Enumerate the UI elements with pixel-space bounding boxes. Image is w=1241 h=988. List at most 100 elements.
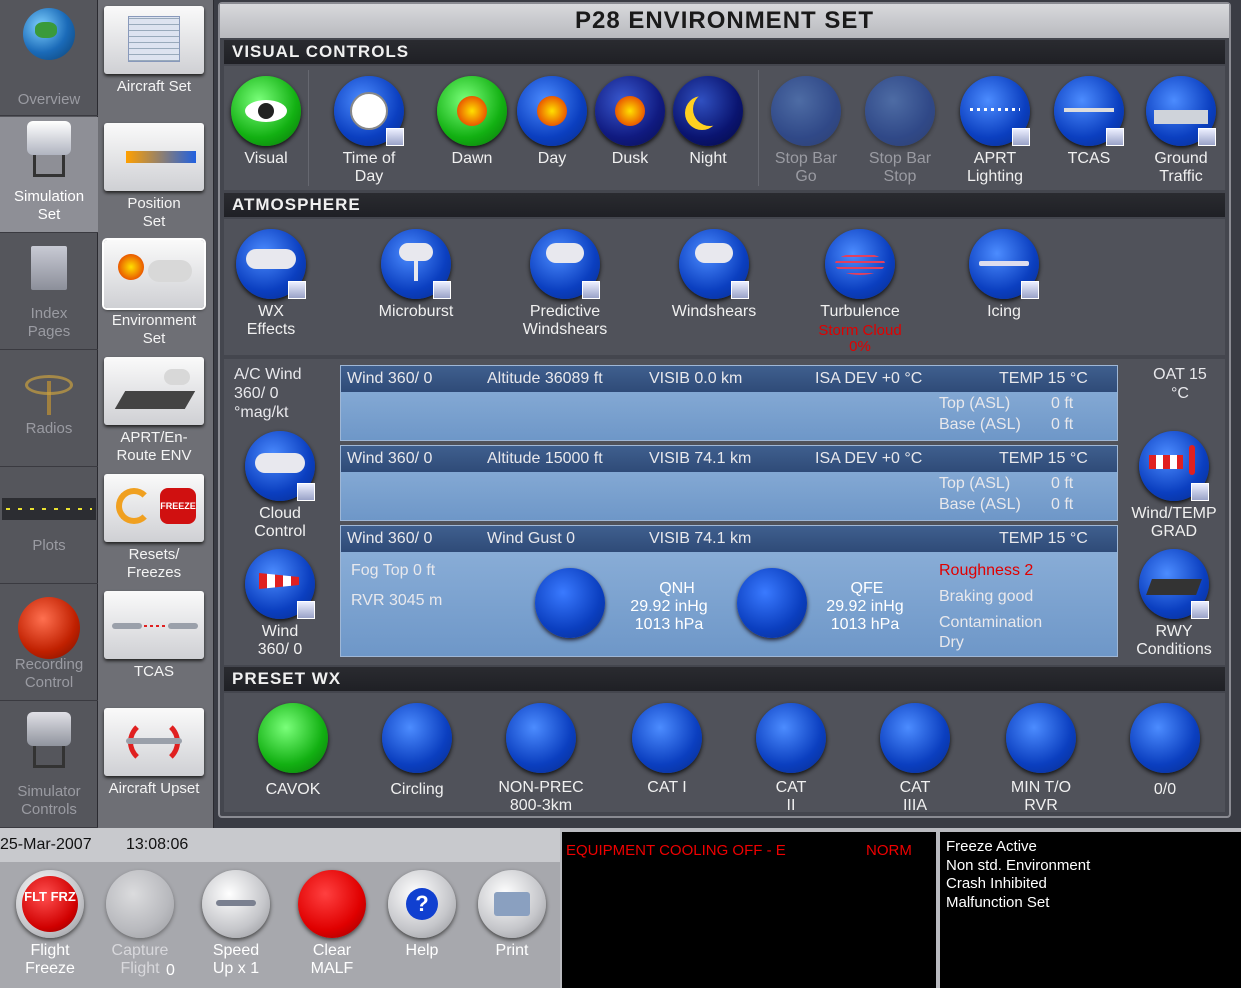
wind-temp-grad-button[interactable]: Wind/TEMP GRAD [1124, 431, 1224, 541]
nav-environment-set[interactable]: Environment Set [102, 234, 206, 347]
qfe-knob[interactable] [737, 568, 807, 638]
preset-label: MIN T/O RVR [1010, 779, 1072, 814]
preset-non-prec-button[interactable]: NON-PREC 800-3km [486, 703, 596, 815]
clear-malf-icon [298, 870, 366, 938]
nav-label: Plots [32, 537, 66, 554]
stop-bar-stop-button[interactable]: Stop Bar Stop [858, 76, 942, 186]
aircraft-speed-icon [202, 870, 270, 938]
qnh-inhg: 29.92 inHg [630, 598, 708, 615]
status-panel: Freeze Active Non std. Environment Crash… [940, 832, 1241, 988]
preset-cat-iiia-button[interactable]: CAT IIIA [860, 703, 970, 815]
layer-altitude: Altitude 15000 ft [487, 450, 603, 467]
flt-frz-text: FLT FRZ [22, 876, 78, 932]
preset-cavok-button[interactable]: CAVOK [238, 703, 348, 799]
surface-wind: Wind 360/ 0 [347, 530, 433, 547]
antenna-icon [19, 371, 79, 417]
ground-traffic-button[interactable]: Ground Traffic [1136, 76, 1226, 186]
preset-cat-i-button[interactable]: CAT I [612, 703, 722, 797]
camera-icon [106, 870, 174, 938]
layer-wind: Wind 360/ 0 [347, 370, 433, 387]
surface-layer[interactable]: Wind 360/ 0 Wind Gust 0 VISIB 74.1 km TE… [340, 525, 1118, 657]
nav-simulator-controls[interactable]: Simulator Controls [0, 702, 98, 828]
day-button[interactable]: Day [512, 76, 592, 168]
cloud-control-button[interactable]: Cloud Control [230, 431, 330, 541]
layer-visibility: VISIB 74.1 km [649, 450, 752, 467]
nav-aircraft-upset[interactable]: Aircraft Upset [102, 702, 206, 814]
stop-bar-go-button[interactable]: Stop Bar Go [764, 76, 848, 186]
preset-cat-ii-button[interactable]: CAT II [736, 703, 846, 815]
qnh-knob[interactable] [535, 568, 605, 638]
dusk-button[interactable]: Dusk [590, 76, 670, 168]
nav-aprt-enroute-env[interactable]: APRT/En-Route ENV [102, 351, 206, 464]
turbulence-percent: 0% [849, 338, 871, 355]
predictive-windshears-button[interactable]: Predictive Windshears [500, 229, 630, 339]
layer-temp: TEMP 15 °C [999, 450, 1088, 467]
layer-base-value: 0 ft [1051, 416, 1074, 433]
nav-aircraft-set[interactable]: Aircraft Set [102, 0, 206, 112]
environment-panel: P28 ENVIRONMENT SET VISUAL CONTROLS Visu… [218, 2, 1231, 818]
rwy-conditions-label: RWY Conditions [1136, 623, 1212, 658]
time-of-day-button[interactable]: Time of Day [324, 76, 414, 186]
preset-min-to-rvr-button[interactable]: MIN T/O RVR [986, 703, 1096, 815]
preset-wx-panel: CAVOK Circling NON-PREC 800-3km CAT I CA… [224, 693, 1225, 815]
time-of-day-label: Time of Day [342, 150, 396, 185]
preset-label: CAT IIIA [899, 779, 931, 814]
preset-label: Circling [390, 781, 444, 798]
wind-button[interactable]: Wind 360/ 0 [230, 549, 330, 659]
turbulence-button[interactable]: Turbulence Storm Cloud 0% [800, 229, 920, 355]
speed-up-button[interactable]: Speed Up x 1 [196, 870, 276, 978]
dawn-button[interactable]: Dawn [432, 76, 512, 168]
rwy-conditions-button[interactable]: RWY Conditions [1124, 549, 1224, 659]
message-panel: EQUIPMENT COOLING OFF - E NORM [562, 832, 936, 988]
nav-simulation-set[interactable]: Simulation Set [0, 117, 98, 233]
page-title: P28 ENVIRONMENT SET [220, 4, 1229, 38]
cloud-layer-1[interactable]: Wind 360/ 0 Altitude 36089 ft VISIB 0.0 … [340, 365, 1118, 441]
status-line: Malfunction Set [946, 893, 1050, 911]
help-button[interactable]: ? Help [382, 870, 462, 960]
cloud-layer-2[interactable]: Wind 360/ 0 Altitude 15000 ft VISIB 74.1… [340, 445, 1118, 521]
tcas-visual-button[interactable]: TCAS [1044, 76, 1134, 168]
bottom-button-label: Print [495, 942, 529, 959]
nav-plots[interactable]: Plots [0, 468, 98, 584]
windshear-icon [530, 229, 600, 299]
nav-index-pages[interactable]: Index Pages [0, 234, 98, 350]
flight-freeze-button[interactable]: FLT FRZ Flight Freeze [10, 870, 90, 978]
nav-recording-control[interactable]: Recording Control [0, 585, 98, 701]
aprt-lighting-button[interactable]: APRT Lighting [950, 76, 1040, 186]
preset-circling-button[interactable]: Circling [362, 703, 472, 799]
nav-position-set[interactable]: Position Set [102, 117, 206, 230]
icing-label: Icing [987, 303, 1021, 320]
preset-zero-zero-button[interactable]: 0/0 [1110, 703, 1220, 799]
nav-tcas[interactable]: TCAS [102, 585, 206, 697]
weather-environment-icon [104, 240, 204, 308]
qnh-label: QNH [659, 580, 695, 597]
capture-flight-button[interactable]: Capture Flight 0 [100, 870, 180, 979]
night-button[interactable]: Night [668, 76, 748, 168]
print-button[interactable]: Print [472, 870, 552, 960]
date: 25-Mar-2007 [0, 836, 92, 853]
icing-button[interactable]: Icing [944, 229, 1064, 321]
night-label: Night [689, 150, 727, 167]
date-time-bar: 25-Mar-2007 13:08:06 [0, 828, 560, 862]
bottom-bar: 25-Mar-2007 13:08:06 FLT FRZ Flight Free… [0, 828, 1241, 988]
nav-label: Simulator Controls [17, 783, 81, 818]
nav-overview[interactable]: Overview [0, 0, 98, 116]
message-status: NORM [866, 842, 912, 859]
wx-effects-button[interactable]: WX Effects [226, 229, 316, 339]
preset-label: CAVOK [265, 781, 321, 798]
nav-radios[interactable]: Radios [0, 351, 98, 467]
oat-readout: OAT 15 °C [1153, 366, 1207, 402]
visual-button[interactable]: Visual [226, 76, 306, 168]
nav-label: Simulation Set [14, 188, 85, 223]
tcas-label: TCAS [1067, 150, 1111, 167]
reset-freeze-icon: FREEZE [104, 474, 204, 542]
bottom-button-label: Speed Up x 1 [212, 942, 260, 977]
nav-resets-freezes[interactable]: FREEZE Resets/ Freezes [102, 468, 206, 581]
clear-malf-button[interactable]: Clear MALF [292, 870, 372, 978]
microburst-button[interactable]: Microburst [356, 229, 476, 321]
roughness: Roughness 2 [939, 562, 1034, 579]
windshears-button[interactable]: Windshears [654, 229, 774, 321]
aprt-lighting-label: APRT Lighting [966, 150, 1024, 185]
layer-temp: TEMP 15 °C [999, 370, 1088, 387]
predictive-windshears-label: Predictive Windshears [522, 303, 608, 338]
